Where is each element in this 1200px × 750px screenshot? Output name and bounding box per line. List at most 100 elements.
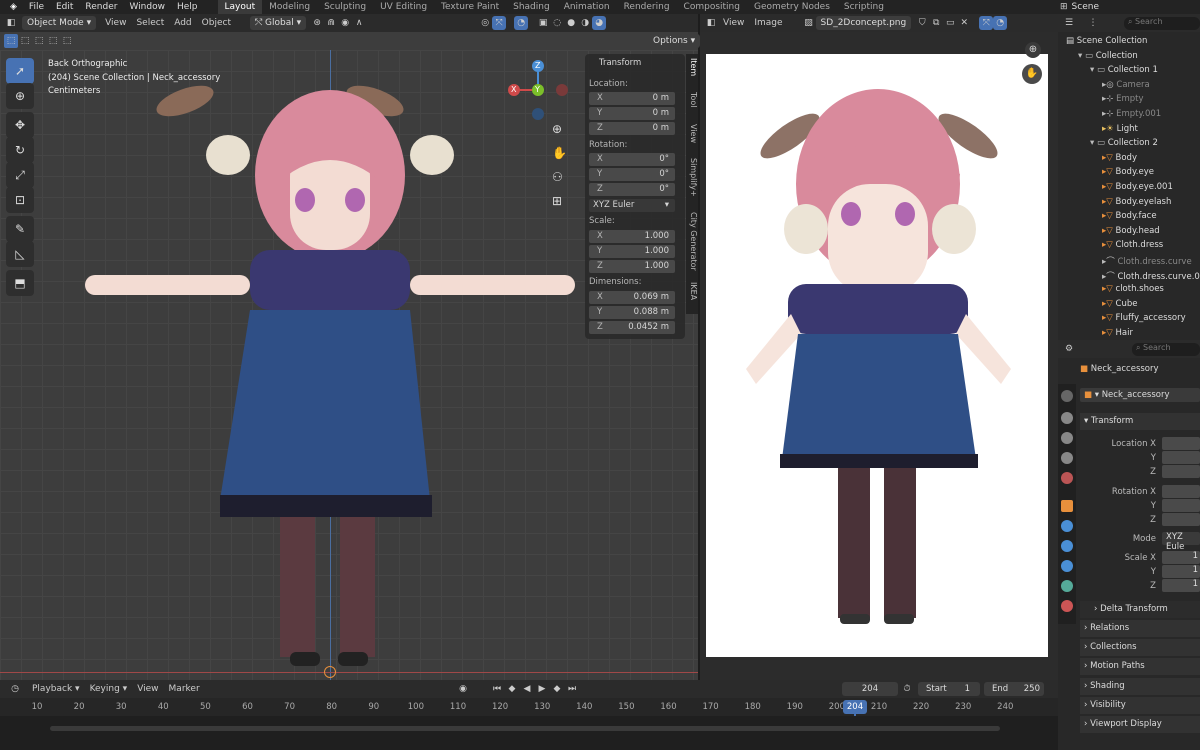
menu-file[interactable]: File bbox=[23, 2, 50, 12]
record-icon[interactable]: ◉ bbox=[456, 682, 470, 696]
tab-geometry-nodes[interactable]: Geometry Nodes bbox=[747, 0, 837, 14]
prop-location-y-field[interactable] bbox=[1162, 451, 1200, 464]
outliner-row[interactable]: ▸▽ Cube bbox=[1058, 299, 1200, 314]
material-properties-icon[interactable] bbox=[1061, 600, 1073, 612]
particle-properties-icon[interactable] bbox=[1061, 540, 1073, 552]
rotation-z-field[interactable]: Z 0° bbox=[589, 183, 675, 196]
jump-end-icon[interactable]: ⏭ bbox=[565, 682, 579, 696]
menu-window[interactable]: Window bbox=[123, 2, 171, 12]
tab-view[interactable]: View bbox=[686, 124, 698, 143]
viewport-menu-add[interactable]: Add bbox=[174, 18, 191, 28]
tab-shading[interactable]: Shading bbox=[506, 0, 557, 14]
tab-modeling[interactable]: Modeling bbox=[262, 0, 317, 14]
tool-scale[interactable]: ⤢ bbox=[6, 162, 34, 188]
menu-keying[interactable]: Keying ▾ bbox=[90, 684, 128, 694]
scene-selector[interactable]: Scene bbox=[1072, 2, 1099, 12]
outliner-row[interactable]: ▸▽ Fluffy_accessory bbox=[1058, 313, 1200, 328]
visibility-icon[interactable]: ◎ bbox=[478, 16, 492, 30]
tool-add-cube[interactable]: ⬒ bbox=[6, 270, 34, 296]
gizmo-toggle-2-icon[interactable]: ⤧ bbox=[979, 16, 994, 30]
outliner-root[interactable]: ▤ Scene Collection bbox=[1058, 36, 1200, 51]
mode-selector[interactable]: Object Mode ▾ bbox=[22, 16, 97, 30]
menu-render[interactable]: Render bbox=[79, 2, 123, 12]
select-intersect-icon[interactable]: ⬚ bbox=[60, 34, 74, 48]
tool-rotate[interactable]: ↻ bbox=[6, 137, 34, 163]
outliner-row[interactable]: ▸▽ Body bbox=[1058, 153, 1200, 168]
menu-playback[interactable]: Playback ▾ bbox=[32, 684, 80, 694]
prop-scale-x-field[interactable]: 1 bbox=[1162, 551, 1200, 564]
jump-start-icon[interactable]: ⏮ bbox=[490, 682, 504, 696]
select-invert-icon[interactable]: ⬚ bbox=[46, 34, 60, 48]
outliner-row[interactable]: ▸▽ cloth.shoes bbox=[1058, 284, 1200, 299]
shading-rendered-icon[interactable]: ◕ bbox=[592, 16, 607, 30]
prop-mode-dropdown[interactable]: XYZ Eule bbox=[1162, 532, 1200, 552]
filter-icon[interactable]: ⋮ bbox=[1086, 16, 1100, 30]
timeline-type-icon[interactable]: ◷ bbox=[8, 682, 22, 696]
tool-move[interactable]: ✥ bbox=[6, 112, 34, 138]
transform-panel-title[interactable]: Transform bbox=[599, 58, 641, 68]
physics-properties-icon[interactable] bbox=[1061, 560, 1073, 572]
tab-uv-editing[interactable]: UV Editing bbox=[373, 0, 434, 14]
tab-sculpting[interactable]: Sculpting bbox=[317, 0, 373, 14]
rotation-y-field[interactable]: Y 0° bbox=[589, 168, 675, 181]
orientation-selector[interactable]: ⤲ Global ▾ bbox=[249, 16, 307, 30]
tool-annotate[interactable]: ✎ bbox=[6, 216, 34, 242]
section-motion-paths[interactable]: › Motion Paths bbox=[1080, 658, 1200, 675]
prop-rotation-z-field[interactable] bbox=[1162, 513, 1200, 526]
section-delta-transform[interactable]: › Delta Transform bbox=[1080, 601, 1200, 618]
select-box-icon[interactable]: ⬚ bbox=[4, 34, 18, 48]
scale-z-field[interactable]: Z 1.000 bbox=[589, 260, 675, 273]
outliner-row[interactable]: ▸⊹ Empty.001 bbox=[1058, 109, 1200, 124]
image-name-field[interactable]: SD_2Dconcept.png bbox=[815, 16, 912, 30]
prop-rotation-x-field[interactable] bbox=[1162, 485, 1200, 498]
scene-properties-icon[interactable] bbox=[1061, 472, 1073, 484]
timeline-body[interactable] bbox=[0, 716, 1058, 750]
shading-solid-icon[interactable]: ● bbox=[564, 16, 578, 30]
playhead-label[interactable]: 204 bbox=[843, 700, 867, 714]
constraint-properties-icon[interactable] bbox=[1061, 580, 1073, 592]
rotation-x-field[interactable]: X 0° bbox=[589, 153, 675, 166]
outliner-row[interactable]: ▸⊹ Empty bbox=[1058, 94, 1200, 109]
play-icon[interactable]: ▶ bbox=[535, 682, 549, 696]
concept-image-canvas[interactable] bbox=[706, 54, 1048, 657]
unlink-image-icon[interactable]: ✕ bbox=[957, 16, 971, 30]
viewport-menu-select[interactable]: Select bbox=[136, 18, 164, 28]
xray-icon[interactable]: ▣ bbox=[536, 16, 550, 30]
prop-location-x-field[interactable] bbox=[1162, 437, 1200, 450]
outliner-row[interactable]: ▸▽ Cloth.dress bbox=[1058, 240, 1200, 255]
scale-x-field[interactable]: X 1.000 bbox=[589, 230, 675, 243]
stopwatch-icon[interactable]: ⏱ bbox=[900, 682, 914, 696]
image-menu-image[interactable]: Image bbox=[754, 18, 782, 28]
end-frame-field[interactable]: End 250 bbox=[984, 682, 1044, 696]
image-zoom-icon[interactable]: ⊕ bbox=[1025, 42, 1041, 58]
overlay-toggle-2-icon[interactable]: ◔ bbox=[993, 16, 1008, 30]
next-keyframe-icon[interactable]: ◆ bbox=[550, 682, 564, 696]
select-extend-icon[interactable]: ⬚ bbox=[18, 34, 32, 48]
tab-ikea[interactable]: IKEA bbox=[686, 282, 698, 300]
scene-icon[interactable]: ⊞ bbox=[1060, 2, 1068, 12]
tool-transform[interactable]: ⊡ bbox=[6, 187, 34, 213]
prev-keyframe-icon[interactable]: ◆ bbox=[505, 682, 519, 696]
pivot-icon[interactable]: ⊛ bbox=[310, 16, 324, 30]
outliner-row[interactable]: ▸⌒ Cloth.dress.curve bbox=[1058, 255, 1200, 270]
timeline-ruler[interactable]: 10 20 30 40 50 60 70 80 90 100 110 120 130 140 150 160 1… bbox=[0, 698, 1058, 716]
tab-tool[interactable]: Tool bbox=[686, 92, 698, 108]
prop-scale-y-field[interactable]: 1 bbox=[1162, 565, 1200, 578]
tab-layout[interactable]: Layout bbox=[217, 0, 263, 14]
new-image-icon[interactable]: ⧉ bbox=[929, 16, 943, 30]
menu-help[interactable]: Help bbox=[171, 2, 204, 12]
rotation-mode-dropdown[interactable]: XYZ Euler ▾ bbox=[589, 199, 675, 212]
tab-compositing[interactable]: Compositing bbox=[677, 0, 747, 14]
outliner-search-input[interactable]: ⌕ Search bbox=[1124, 17, 1200, 30]
timeline-scrollbar[interactable] bbox=[50, 726, 1000, 731]
output-properties-icon[interactable] bbox=[1061, 432, 1073, 444]
gizmo-toggle-icon[interactable]: ⤧ bbox=[492, 16, 507, 30]
prop-location-z-field[interactable] bbox=[1162, 465, 1200, 478]
options-button[interactable]: Options ▾ bbox=[648, 34, 701, 48]
section-relations[interactable]: › Relations bbox=[1080, 620, 1200, 637]
image-pan-hand-icon[interactable]: ✋ bbox=[1022, 64, 1042, 84]
proportional-edit-icon[interactable]: ◉ bbox=[338, 16, 352, 30]
modifier-properties-icon[interactable] bbox=[1061, 520, 1073, 532]
scale-y-field[interactable]: Y 1.000 bbox=[589, 245, 675, 258]
outliner-row[interactable]: ▸⌒ Cloth.dress.curve.001 bbox=[1058, 270, 1200, 285]
